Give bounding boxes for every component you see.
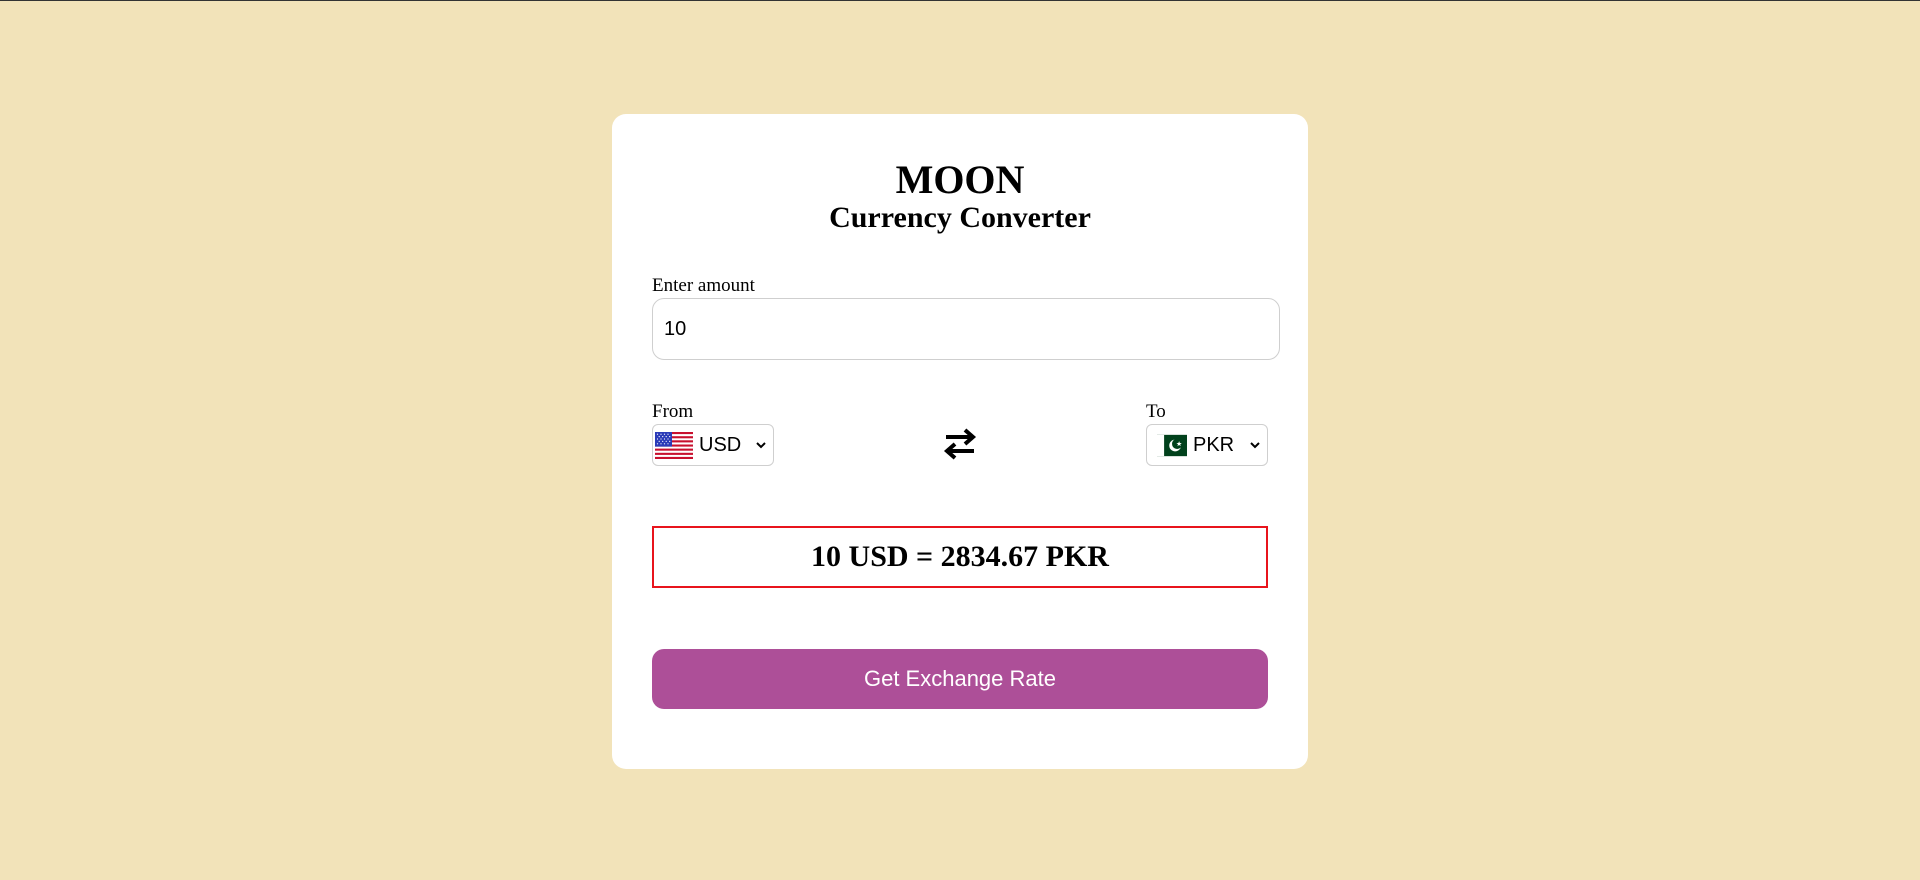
brand-title: MOON (895, 157, 1025, 202)
chevron-down-icon (756, 442, 766, 449)
amount-label: Enter amount (652, 275, 755, 296)
conversion-result: 10 USD = 2834.67 PKR (652, 526, 1268, 588)
chevron-down-icon (1250, 442, 1260, 449)
pk-flag-icon (1157, 434, 1187, 456)
to-currency-code: PKR (1193, 433, 1235, 456)
from-currency-select[interactable]: USD (652, 424, 774, 466)
page-subtitle: Currency Converter (829, 201, 1091, 234)
swap-arrows-icon[interactable] (942, 425, 978, 463)
amount-input[interactable] (652, 298, 1280, 360)
to-currency-select[interactable]: PKR (1146, 424, 1268, 466)
to-label: To (1146, 401, 1166, 422)
get-exchange-rate-button[interactable]: Get Exchange Rate (652, 649, 1268, 709)
from-currency-code: USD (699, 433, 742, 456)
us-flag-icon (655, 431, 693, 459)
converter-card: MOON Currency Converter Enter amount Fro… (612, 114, 1308, 769)
from-label: From (652, 401, 694, 422)
